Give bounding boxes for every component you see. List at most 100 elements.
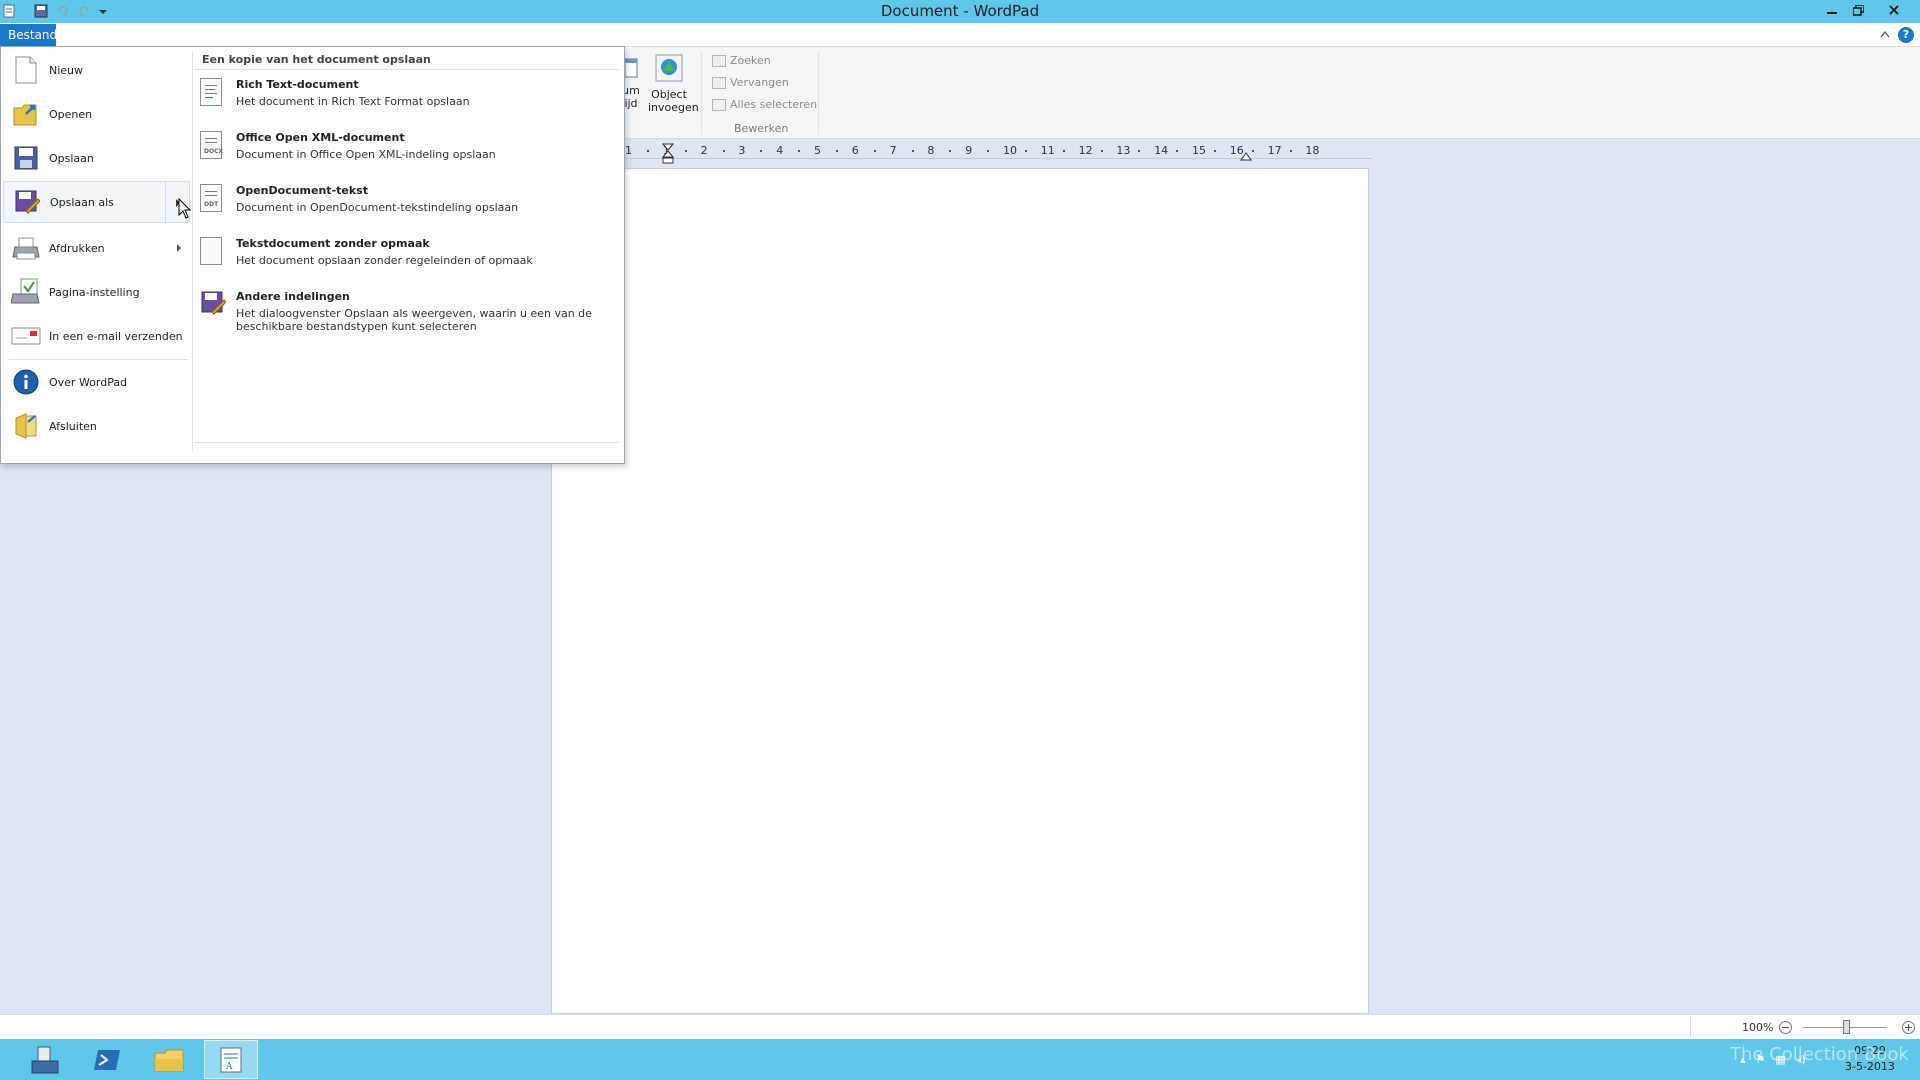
insert-object-icon [655,54,683,82]
ruler-tick-mark [1100,150,1103,152]
menu-item-label: Nieuw [49,63,84,77]
ruler-tick-label: 14 [1154,144,1169,157]
taskbar-wordpad[interactable]: A [204,1040,258,1079]
status-separator [1690,1017,1691,1037]
insert-object-button[interactable]: Object invoegen [648,53,699,114]
save-as-option-desc: Het document opslaan zonder regeleinden … [236,254,533,267]
save-disk-icon [11,143,41,173]
open-folder-icon [11,99,41,129]
ruler-tick-mark [1213,150,1216,152]
close-button[interactable] [1880,0,1907,20]
menu-item-save-as[interactable]: Opslaan als [3,181,190,224]
collapse-ribbon-icon[interactable] [1880,28,1890,41]
right-indent-marker[interactable] [1240,151,1252,161]
ruler-tick-label: 8 [927,144,935,157]
ruler-tick-label: 11 [1040,144,1055,157]
menu-item-label: In een e-mail verzenden [49,329,183,343]
save-as-rich-text[interactable]: Rich Text-document Het document in Rich … [200,78,615,108]
file-menu-commands: Nieuw Openen Opslaan Opslaan als Afdrukk… [1,47,192,463]
replace-label: Vervangen [730,76,789,89]
first-line-indent-marker[interactable] [662,143,674,165]
ruler-tick-mark [911,150,914,152]
wordpad-taskbar-icon: A [220,1047,242,1072]
menu-item-new[interactable]: Nieuw [3,49,190,91]
plain-text-document-icon [200,237,226,267]
menu-item-label: Opslaan [49,151,94,165]
document-page[interactable] [551,168,1369,1014]
ruler-tick-label: 9 [965,144,973,157]
menu-item-label: Openen [49,107,93,121]
taskbar-file-explorer[interactable] [142,1040,196,1079]
save-as-option-title: Tekstdocument zonder opmaak [236,237,430,250]
menu-item-label: Afdrukken [49,241,105,255]
restore-button[interactable] [1845,0,1872,20]
save-as-office-open-xml[interactable]: DOCX Office Open XML-document Document i… [200,131,615,161]
zoom-in-button[interactable]: + [1902,1021,1915,1034]
ruler-tick-label: 12 [1078,144,1093,157]
ruler-tick-label: 5 [814,144,821,157]
ruler-tick-mark [1024,150,1027,152]
save-as-icon [12,187,42,217]
ruler-tick-mark [722,150,725,152]
ruler-tick-mark [1289,150,1292,152]
menu-item-label: Afsluiten [49,419,97,433]
save-as-submenu: Een kopie van het document opslaan Rich … [194,47,624,463]
menu-item-label: Pagina-instelling [49,285,140,299]
svg-text:A: A [225,1062,233,1072]
ruler-tick-label: 7 [889,144,897,157]
zoom-slider-thumb[interactable] [1843,1020,1850,1034]
zoom-out-button[interactable]: − [1779,1021,1792,1034]
select-all-button[interactable]: Alles selecteren [712,98,817,111]
ruler-tick-mark [1062,150,1065,152]
save-as-option-desc: Document in OpenDocument-tekstindeling o… [236,201,519,214]
ruler-tick-label: 6 [851,144,859,157]
ruler-tick-label: 18 [1305,144,1320,157]
menu-item-page-setup[interactable]: Pagina-instelling [3,271,190,313]
ruler-tick-label: 3 [738,144,746,157]
watermark: The Collection Book [1730,1044,1909,1065]
save-as-option-title: Andere indelingen [236,290,350,303]
save-as-other-formats[interactable]: Andere indelingen Het dialoogvenster Ops… [200,290,615,333]
powershell-icon [94,1049,120,1070]
taskbar-powershell[interactable] [80,1040,134,1079]
menu-item-send-email[interactable]: In een e-mail verzenden [3,315,190,357]
menu-item-exit[interactable]: Afsluiten [3,405,190,447]
minimize-button[interactable] [1818,0,1845,20]
ribbon-tab-row: Bestand ? [0,23,1920,47]
ruler-tick-label: 10 [1003,144,1017,157]
status-bar: 100% − + [0,1014,1920,1039]
submenu-bottom-divider [194,442,619,443]
save-as-plain-text[interactable]: Tekstdocument zonder opmaak Het document… [200,237,615,267]
group-label-edit: Bewerken [734,122,789,135]
menu-item-print[interactable]: Afdrukken [3,227,190,269]
menu-item-about[interactable]: Over WordPad [3,361,190,403]
taskbar-server-manager[interactable] [18,1040,72,1079]
new-document-icon [11,55,41,85]
mouse-cursor-icon [178,198,192,219]
zoom-level[interactable]: 100% [1742,1021,1773,1034]
menu-item-label: Over WordPad [49,375,128,389]
ruler-tick-label: 2 [700,144,708,157]
other-formats-icon [200,290,227,320]
ruler-tick-mark [684,150,687,152]
menu-item-save[interactable]: Opslaan [3,137,190,179]
find-button[interactable]: Zoeken [712,54,771,67]
group-separator [818,51,819,135]
replace-button[interactable]: Vervangen [712,76,789,89]
help-icon[interactable]: ? [1898,27,1914,43]
select-all-icon [712,98,726,111]
menu-item-open[interactable]: Openen [3,93,190,135]
title-bar: Document - WordPad [0,0,1920,23]
watermark-text: The Collection Book [1730,1044,1909,1065]
server-manager-icon [31,1046,59,1073]
ruler[interactable]: 1 1 2 3 4 5 6 7 8 9 10 11 12 13 14 15 16 17 18 [552,143,1920,164]
tab-file[interactable]: Bestand [0,24,57,47]
save-as-option-title: Rich Text-document [236,78,359,91]
submenu-title: Een kopie van het document opslaan [202,53,431,66]
ruler-tick-mark [835,150,838,152]
calendar-icon [624,58,638,78]
menu-item-label: Opslaan als [50,195,114,209]
save-as-opendocument[interactable]: ODT OpenDocument-tekst Document in OpenD… [200,184,615,214]
ruler-tick-mark [987,150,990,152]
save-as-option-title: Office Open XML-document [236,131,405,144]
